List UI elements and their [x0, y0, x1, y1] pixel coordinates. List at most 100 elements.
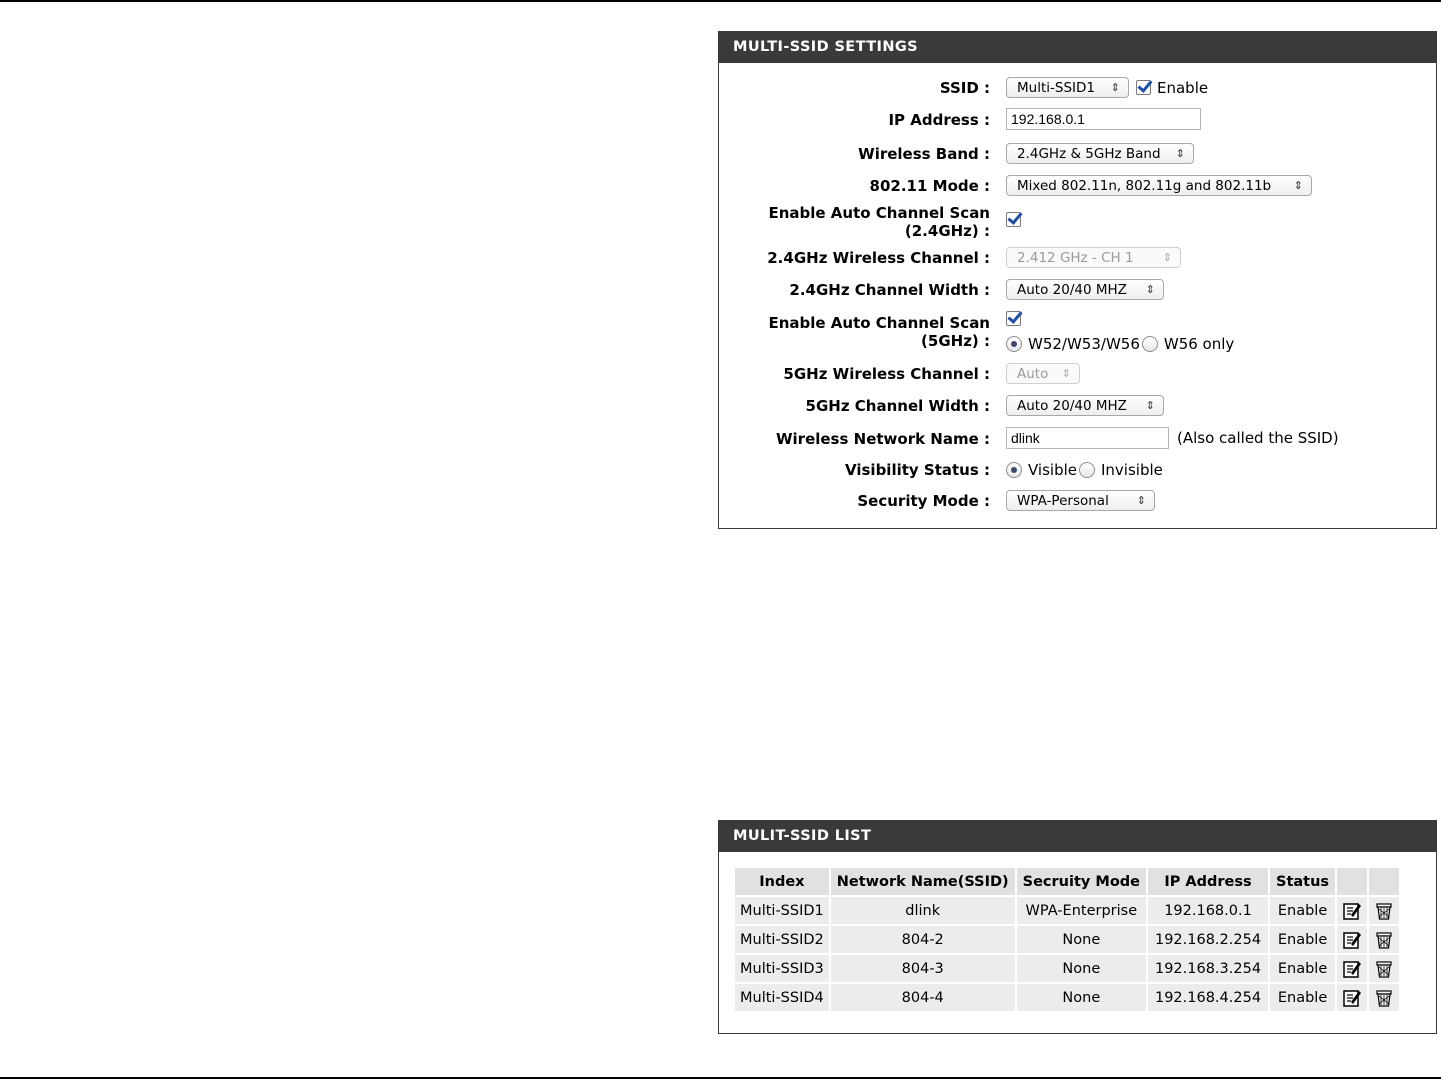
row-network-name: dlink — [830, 897, 1015, 924]
list-panel-title: MULIT-SSID LIST — [719, 821, 1436, 852]
auto-scan-5-checkbox[interactable] — [1006, 311, 1021, 326]
width-5-select[interactable]: Auto 20/40 MHZ ⇕ — [1006, 395, 1164, 416]
visibility-visible-radio[interactable] — [1006, 462, 1022, 478]
ip-address-input[interactable] — [1006, 108, 1201, 130]
channel-5-value: Auto — [1017, 365, 1049, 382]
row-security-mode: None — [1016, 955, 1147, 982]
table-row: Multi-SSID4 804-4 None 192.168.4.254 Ena… — [735, 984, 1400, 1011]
row-status: Enable — [1270, 897, 1336, 924]
visibility-visible-label: Visible — [1028, 461, 1077, 479]
edit-icon — [1343, 989, 1362, 1007]
delete-button[interactable] — [1369, 926, 1400, 953]
table-row: Multi-SSID3 804-3 None 192.168.3.254 Ena… — [735, 955, 1400, 982]
wireless-band-value: 2.4GHz & 5GHz Band — [1017, 145, 1161, 162]
settings-panel-title: MULTI-SSID SETTINGS — [719, 32, 1436, 63]
mode-80211-select[interactable]: Mixed 802.11n, 802.11g and 802.11b ⇕ — [1006, 175, 1312, 196]
trash-icon — [1376, 960, 1392, 978]
ssid-label: SSID : — [939, 79, 990, 97]
visibility-label: Visibility Status : — [845, 461, 990, 479]
ssid-enable-checkbox[interactable] — [1136, 80, 1151, 95]
channel-24-label: 2.4GHz Wireless Channel : — [767, 249, 990, 267]
edit-button[interactable] — [1337, 897, 1368, 924]
delete-button[interactable] — [1369, 955, 1400, 982]
col-status: Status — [1270, 868, 1336, 895]
ssid-select-value: Multi-SSID1 — [1017, 79, 1095, 96]
width-5-value: Auto 20/40 MHZ — [1017, 397, 1127, 414]
multi-ssid-settings-panel: MULTI-SSID SETTINGS SSID : Multi-SSID1 ⇕… — [718, 31, 1437, 529]
delete-button[interactable] — [1369, 984, 1400, 1011]
delete-button[interactable] — [1369, 897, 1400, 924]
row-index: Multi-SSID2 — [735, 926, 829, 953]
updown-arrows-icon: ⇕ — [1110, 81, 1120, 94]
wireless-band-label: Wireless Band : — [858, 145, 990, 163]
security-mode-value: WPA-Personal — [1017, 492, 1109, 509]
row-ip-address: 192.168.3.254 — [1148, 955, 1269, 982]
ssid-enable-label: Enable — [1157, 78, 1209, 97]
width-24-select[interactable]: Auto 20/40 MHZ ⇕ — [1006, 279, 1164, 300]
updown-arrows-icon: ⇕ — [1136, 494, 1146, 507]
updown-arrows-icon: ⇕ — [1175, 147, 1185, 160]
row-status: Enable — [1270, 984, 1336, 1011]
row-network-name: 804-3 — [830, 955, 1015, 982]
row-ip-address: 192.168.4.254 — [1148, 984, 1269, 1011]
updown-arrows-icon: ⇕ — [1162, 251, 1172, 264]
table-row: Multi-SSID1 dlink WPA-Enterprise 192.168… — [735, 897, 1400, 924]
visibility-invisible-label: Invisible — [1101, 461, 1163, 479]
width-5-label: 5GHz Channel Width : — [805, 397, 990, 415]
auto-scan-5-label-line2: (5GHz) : — [921, 332, 990, 350]
channel-5-label: 5GHz Wireless Channel : — [783, 365, 990, 383]
table-header-row: Index Network Name(SSID) Secruity Mode I… — [735, 868, 1400, 895]
col-edit — [1337, 868, 1368, 895]
edit-icon — [1343, 960, 1362, 978]
channel-24-select[interactable]: 2.412 GHz - CH 1 ⇕ — [1006, 247, 1181, 268]
security-mode-select[interactable]: WPA-Personal ⇕ — [1006, 490, 1155, 511]
edit-icon — [1343, 902, 1362, 920]
row-index: Multi-SSID1 — [735, 897, 829, 924]
row-network-name: 804-4 — [830, 984, 1015, 1011]
row-status: Enable — [1270, 926, 1336, 953]
row-network-name: 804-2 — [830, 926, 1015, 953]
mode-80211-label: 802.11 Mode : — [869, 177, 990, 195]
row-security-mode: WPA-Enterprise — [1016, 897, 1147, 924]
auto-scan-5-label-line1: Enable Auto Channel Scan — [768, 314, 990, 332]
multi-ssid-list-panel: MULIT-SSID LIST Index Network Name(SSID)… — [718, 820, 1437, 1034]
trash-icon — [1376, 989, 1392, 1007]
row-index: Multi-SSID4 — [735, 984, 829, 1011]
edit-button[interactable] — [1337, 955, 1368, 982]
updown-arrows-icon: ⇕ — [1293, 179, 1303, 192]
w52-w53-w56-radio[interactable] — [1006, 336, 1022, 352]
edit-button[interactable] — [1337, 926, 1368, 953]
network-name-input[interactable] — [1006, 427, 1169, 449]
mode-80211-value: Mixed 802.11n, 802.11g and 802.11b — [1017, 177, 1272, 194]
channel-5-select[interactable]: Auto ⇕ — [1006, 363, 1080, 384]
w52-w53-w56-label: W52/W53/W56 — [1028, 335, 1140, 353]
row-index: Multi-SSID3 — [735, 955, 829, 982]
trash-icon — [1376, 902, 1392, 920]
col-ip-address: IP Address — [1148, 868, 1269, 895]
wireless-band-select[interactable]: 2.4GHz & 5GHz Band ⇕ — [1006, 143, 1194, 164]
visibility-invisible-radio[interactable] — [1079, 462, 1095, 478]
bottom-rule — [0, 1077, 1441, 1079]
row-ip-address: 192.168.2.254 — [1148, 926, 1269, 953]
row-security-mode: None — [1016, 926, 1147, 953]
edit-button[interactable] — [1337, 984, 1368, 1011]
ssid-list-table: Index Network Name(SSID) Secruity Mode I… — [733, 866, 1401, 1013]
auto-scan-5-label: Enable Auto Channel Scan (5GHz) : — [768, 314, 990, 350]
col-security-mode: Secruity Mode — [1016, 868, 1147, 895]
width-24-label: 2.4GHz Channel Width : — [789, 281, 990, 299]
ssid-select[interactable]: Multi-SSID1 ⇕ — [1006, 77, 1129, 98]
auto-scan-24-label-line1: Enable Auto Channel Scan — [768, 204, 990, 222]
top-rule — [0, 0, 1441, 2]
edit-icon — [1343, 931, 1362, 949]
ip-address-label: IP Address : — [888, 111, 990, 129]
w56-only-radio[interactable] — [1141, 336, 1158, 352]
auto-scan-24-checkbox[interactable] — [1006, 212, 1021, 227]
row-status: Enable — [1270, 955, 1336, 982]
auto-scan-24-label-line2: (2.4GHz) : — [904, 222, 990, 240]
row-ip-address: 192.168.0.1 — [1148, 897, 1269, 924]
table-row: Multi-SSID2 804-2 None 192.168.2.254 Ena… — [735, 926, 1400, 953]
updown-arrows-icon: ⇕ — [1145, 283, 1155, 296]
network-name-note: (Also called the SSID) — [1177, 429, 1339, 447]
channel-24-value: 2.412 GHz - CH 1 — [1017, 249, 1134, 266]
trash-icon — [1376, 931, 1392, 949]
